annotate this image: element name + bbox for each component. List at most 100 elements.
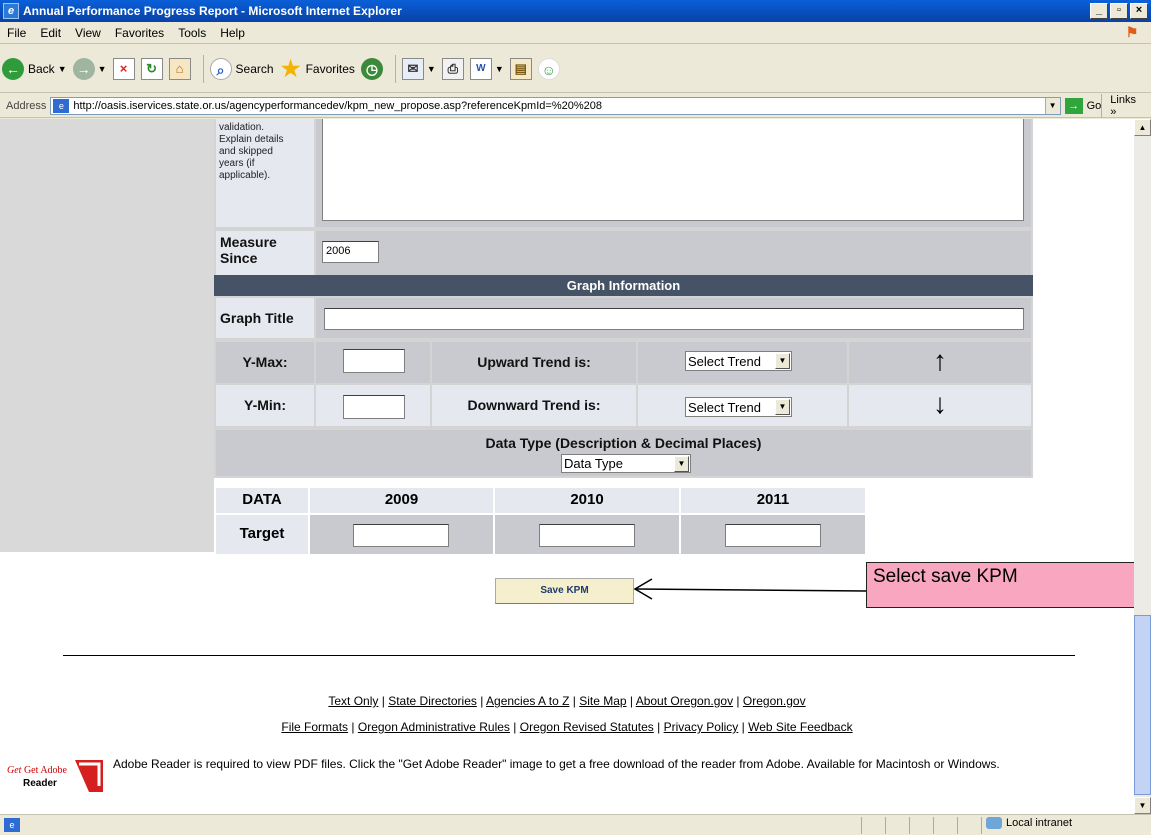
adobe-reader-logo xyxy=(5,756,105,796)
measure-since-label: Measure Since xyxy=(216,231,314,275)
menu-file[interactable]: File xyxy=(0,26,33,40)
back-button[interactable]: ← Back ▼ xyxy=(2,57,67,80)
search-button[interactable]: ⌕ Search xyxy=(209,57,274,80)
menu-view[interactable]: View xyxy=(68,26,108,40)
downward-trend-select[interactable]: Select Trend ▼ xyxy=(685,397,792,417)
chevron-down-icon[interactable]: ▼ xyxy=(1044,97,1060,114)
research-icon: ▤ xyxy=(509,57,532,80)
research-button[interactable]: ▤ xyxy=(509,57,532,80)
target-input-2009[interactable] xyxy=(353,524,449,547)
ymax-input[interactable] xyxy=(343,349,405,373)
go-button[interactable]: → Go xyxy=(1064,97,1101,114)
menu-edit[interactable]: Edit xyxy=(33,26,68,40)
address-label: Address xyxy=(6,99,47,112)
refresh-button[interactable]: ↻ xyxy=(140,57,163,80)
restore-button[interactable]: ▫ xyxy=(1110,3,1128,19)
history-button[interactable]: ◷ xyxy=(360,57,383,80)
page-viewport: validation. Explain details and skipped … xyxy=(0,119,1134,814)
windows-logo-icon: ⚑ xyxy=(1125,23,1139,40)
downward-label: Downward Trend is: xyxy=(432,385,636,426)
messenger-button[interactable]: ☺ xyxy=(537,57,560,80)
status-bar: e Local intranet xyxy=(0,814,1151,835)
minimize-button[interactable]: _ xyxy=(1090,3,1108,19)
dropdown-arrow-icon: ▼ xyxy=(494,63,504,74)
menu-bar: File Edit View Favorites Tools Help ⚑ xyxy=(0,22,1151,44)
dropdown-arrow-icon: ▼ xyxy=(97,63,107,74)
scroll-down-icon[interactable]: ▼ xyxy=(1134,797,1151,814)
footer-link-about[interactable]: About Oregon.gov xyxy=(636,694,733,708)
menu-favorites[interactable]: Favorites xyxy=(108,26,171,40)
forward-button[interactable]: → ▼ xyxy=(72,57,107,80)
print-icon: ⎙ xyxy=(441,57,464,80)
annotation-callout: Select save KPM xyxy=(866,562,1134,608)
adobe-reader-notice: Adobe Reader is required to view PDF fil… xyxy=(113,757,1000,771)
footer-link-site-map[interactable]: Site Map xyxy=(579,694,626,708)
window-title: Annual Performance Progress Report - Mic… xyxy=(23,4,402,18)
address-input[interactable]: e http://oasis.iservices.state.or.us/age… xyxy=(50,96,1061,115)
refresh-icon: ↻ xyxy=(140,57,163,80)
search-icon: ⌕ xyxy=(209,57,232,80)
vertical-scrollbar[interactable]: ▲ ▼ xyxy=(1134,119,1151,814)
links-button[interactable]: Links » xyxy=(1101,93,1145,118)
footer-links-row2: File Formats | Oregon Administrative Rul… xyxy=(281,720,853,734)
save-kpm-button[interactable]: Save KPM xyxy=(495,578,634,604)
toolbar: ← Back ▼ → ▼ × ↻ ⌂ ⌕ Search ★ Favorites … xyxy=(0,45,1151,93)
data-header-cell: DATA xyxy=(216,488,308,513)
address-bar: Address e http://oasis.iservices.state.o… xyxy=(0,93,1151,118)
menu-help[interactable]: Help xyxy=(213,26,252,40)
year-header-2009: 2009 xyxy=(310,488,493,513)
get-adobe-reader-link[interactable]: Get Get Adobe Reader xyxy=(5,756,105,796)
footer-link-privacy[interactable]: Privacy Policy xyxy=(664,720,739,734)
edit-button[interactable]: W ▼ xyxy=(469,57,504,80)
measure-since-input[interactable]: 2006 xyxy=(322,241,379,263)
close-button[interactable]: × xyxy=(1130,3,1148,19)
footer-link-oregon-gov[interactable]: Oregon.gov xyxy=(743,694,806,708)
favorites-button[interactable]: ★ Favorites xyxy=(280,57,355,80)
chevron-down-icon: ▼ xyxy=(775,399,790,415)
print-button[interactable]: ⎙ xyxy=(441,57,464,80)
footer-link-admin-rules[interactable]: Oregon Administrative Rules xyxy=(358,720,510,734)
forward-arrow-icon: → xyxy=(72,57,95,80)
ymin-input[interactable] xyxy=(343,395,405,419)
scroll-up-icon[interactable]: ▲ xyxy=(1134,119,1151,136)
intranet-icon xyxy=(986,816,1002,829)
chevron-down-icon: ▼ xyxy=(775,353,790,369)
ymin-label: Y-Min: xyxy=(216,385,314,426)
down-arrow-icon: ↓ xyxy=(849,385,1031,426)
upward-label: Upward Trend is: xyxy=(432,342,636,383)
graph-title-label: Graph Title xyxy=(216,298,314,338)
footer-link-text-only[interactable]: Text Only xyxy=(328,694,378,708)
footer-link-revised-statutes[interactable]: Oregon Revised Statutes xyxy=(520,720,654,734)
dropdown-arrow-icon: ▼ xyxy=(57,63,67,74)
dropdown-arrow-icon: ▼ xyxy=(426,63,436,74)
toolbar-separator xyxy=(202,54,204,83)
stop-button[interactable]: × xyxy=(112,57,135,80)
window-titlebar: e Annual Performance Progress Report - M… xyxy=(0,0,1151,22)
page-done-icon: e xyxy=(4,818,20,832)
up-arrow-icon: ↑ xyxy=(849,342,1031,383)
left-sidebar xyxy=(0,119,214,552)
menu-tools[interactable]: Tools xyxy=(171,26,213,40)
data-type-select[interactable]: Data Type ▼ xyxy=(561,454,691,473)
target-input-2010[interactable] xyxy=(539,524,635,547)
scroll-thumb[interactable] xyxy=(1134,615,1151,795)
security-zone: Local intranet xyxy=(986,816,1151,829)
year-header-2010: 2010 xyxy=(495,488,679,513)
history-icon: ◷ xyxy=(360,57,383,80)
upward-trend-select[interactable]: Select Trend ▼ xyxy=(685,351,792,371)
validation-textarea[interactable] xyxy=(322,119,1024,221)
home-button[interactable]: ⌂ xyxy=(168,57,191,80)
target-input-2011[interactable] xyxy=(725,524,821,547)
validation-label: validation. Explain details and skipped … xyxy=(216,119,314,227)
word-icon: W xyxy=(469,57,492,80)
footer-link-file-formats[interactable]: File Formats xyxy=(281,720,348,734)
back-arrow-icon: ← xyxy=(2,57,24,80)
graph-title-input[interactable] xyxy=(324,308,1024,330)
home-icon: ⌂ xyxy=(168,57,191,80)
footer-link-feedback[interactable]: Web Site Feedback xyxy=(748,720,853,734)
footer-link-state-directories[interactable]: State Directories xyxy=(388,694,477,708)
footer-link-agencies[interactable]: Agencies A to Z xyxy=(486,694,569,708)
go-arrow-icon: → xyxy=(1064,97,1083,114)
mail-button[interactable]: ✉ ▼ xyxy=(401,57,436,80)
address-url: http://oasis.iservices.state.or.us/agenc… xyxy=(73,99,602,112)
